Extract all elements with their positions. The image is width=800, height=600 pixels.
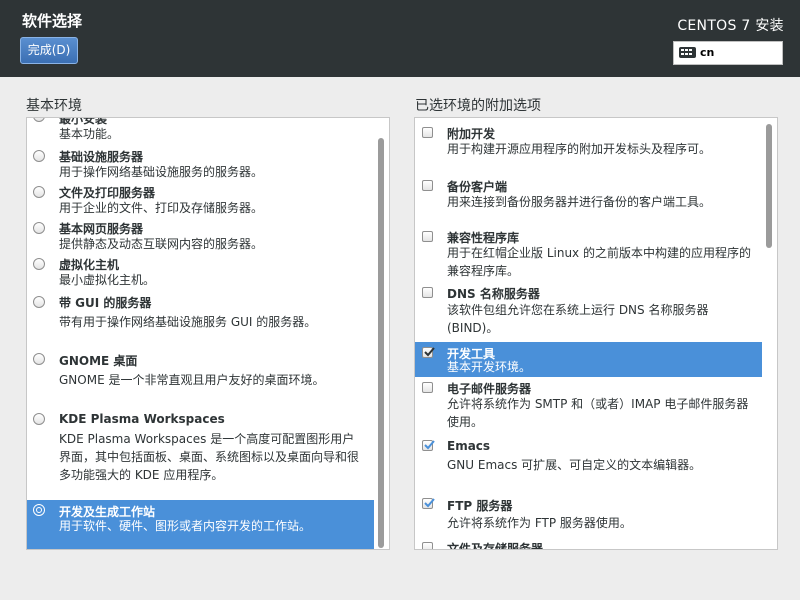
- checkmark-icon: [424, 347, 435, 357]
- checkbox[interactable]: [422, 542, 433, 549]
- scrollbar[interactable]: [762, 118, 777, 549]
- addon-item-dns-server[interactable]: DNS 名称服务器 该软件包组允许您在系统上运行 DNS 名称服务器(BIND)…: [415, 284, 762, 342]
- checkbox[interactable]: [422, 440, 435, 451]
- addon-item-file-storage[interactable]: 文件及存储服务器: [415, 537, 762, 549]
- base-environment-list: 最小安装 基本功能。 基础设施服务器 用于操作网络基础设施服务的服务器。 文件及…: [26, 117, 390, 550]
- radio-button[interactable]: [33, 186, 45, 198]
- radio-button[interactable]: [33, 504, 45, 516]
- addon-item-dev-tools[interactable]: 开发工具 基本开发环境。: [415, 342, 762, 377]
- radio-button[interactable]: [33, 413, 45, 425]
- checkbox[interactable]: [422, 347, 435, 358]
- checkbox[interactable]: [422, 231, 433, 242]
- radio-button[interactable]: [33, 118, 45, 122]
- header-bar: 软件选择 完成(D) CENTOS 7 安装 cn: [0, 0, 800, 77]
- addon-item-compat-libs[interactable]: 兼容性程序库 用于在红帽企业版 Linux 的之前版本中构建的应用程序的兼容程序…: [415, 226, 762, 284]
- checkbox[interactable]: [422, 127, 433, 138]
- checkmark-icon: [424, 440, 435, 450]
- checkmark-icon: [424, 498, 435, 508]
- addon-item-backup-client[interactable]: 备份客户端 用来连接到备份服务器并进行备份的客户端工具。: [415, 172, 762, 226]
- addons-list: 附加开发 用于构建开源应用程序的附加开发标头及程序可。 备份客户端 用来连接到备…: [414, 117, 778, 550]
- env-item-kde[interactable]: KDE Plasma Workspaces KDE Plasma Workspa…: [27, 408, 374, 500]
- product-title: CENTOS 7 安装: [677, 18, 784, 34]
- radio-button[interactable]: [33, 353, 45, 365]
- radio-button[interactable]: [33, 222, 45, 234]
- env-item-file-print[interactable]: 文件及打印服务器 用于企业的文件、打印及存储服务器。: [27, 182, 374, 218]
- scrollbar-thumb[interactable]: [378, 138, 384, 548]
- base-environment-label: 基本环境: [26, 98, 82, 114]
- checkbox[interactable]: [422, 287, 433, 298]
- addons-label: 已选环境的附加选项: [415, 98, 541, 114]
- checkbox[interactable]: [422, 382, 433, 393]
- checkbox[interactable]: [422, 180, 433, 191]
- done-button[interactable]: 完成(D): [20, 37, 78, 64]
- env-item-infrastructure[interactable]: 基础设施服务器 用于操作网络基础设施服务的服务器。: [27, 146, 374, 182]
- env-item-dev-workstation[interactable]: 开发及生成工作站 用于软件、硬件、图形或者内容开发的工作站。: [27, 500, 374, 549]
- addon-item-additional-dev[interactable]: 附加开发 用于构建开源应用程序的附加开发标头及程序可。: [415, 122, 762, 172]
- radio-button[interactable]: [33, 258, 45, 270]
- env-item-virtualization[interactable]: 虚拟化主机 最小虚拟化主机。: [27, 254, 374, 290]
- scrollbar[interactable]: [374, 118, 389, 549]
- keyboard-layout-indicator[interactable]: cn: [673, 41, 783, 65]
- keyboard-icon: [679, 47, 696, 58]
- env-item-web-server[interactable]: 基本网页服务器 提供静态及动态互联网内容的服务器。: [27, 218, 374, 254]
- radio-button[interactable]: [33, 150, 45, 162]
- env-item-server-gui[interactable]: 带 GUI 的服务器 带有用于操作网络基础设施服务 GUI 的服务器。: [27, 290, 374, 348]
- env-item-minimal[interactable]: 最小安装 基本功能。: [27, 118, 374, 141]
- addon-item-ftp-server[interactable]: FTP 服务器 允许将系统作为 FTP 服务器使用。: [415, 495, 762, 537]
- checkbox[interactable]: [422, 498, 435, 509]
- scrollbar-thumb[interactable]: [766, 124, 772, 248]
- addon-item-mail-server[interactable]: 电子邮件服务器 允许将系统作为 SMTP 和（或者）IMAP 电子邮件服务器使用…: [415, 377, 762, 435]
- env-item-gnome[interactable]: GNOME 桌面 GNOME 是一个非常直观且用户友好的桌面环境。: [27, 348, 374, 408]
- addon-item-emacs[interactable]: Emacs GNU Emacs 可扩展、可自定义的文本编辑器。: [415, 435, 762, 495]
- radio-button[interactable]: [33, 296, 45, 308]
- page-title: 软件选择: [22, 12, 83, 30]
- keyboard-layout-label: cn: [700, 46, 715, 59]
